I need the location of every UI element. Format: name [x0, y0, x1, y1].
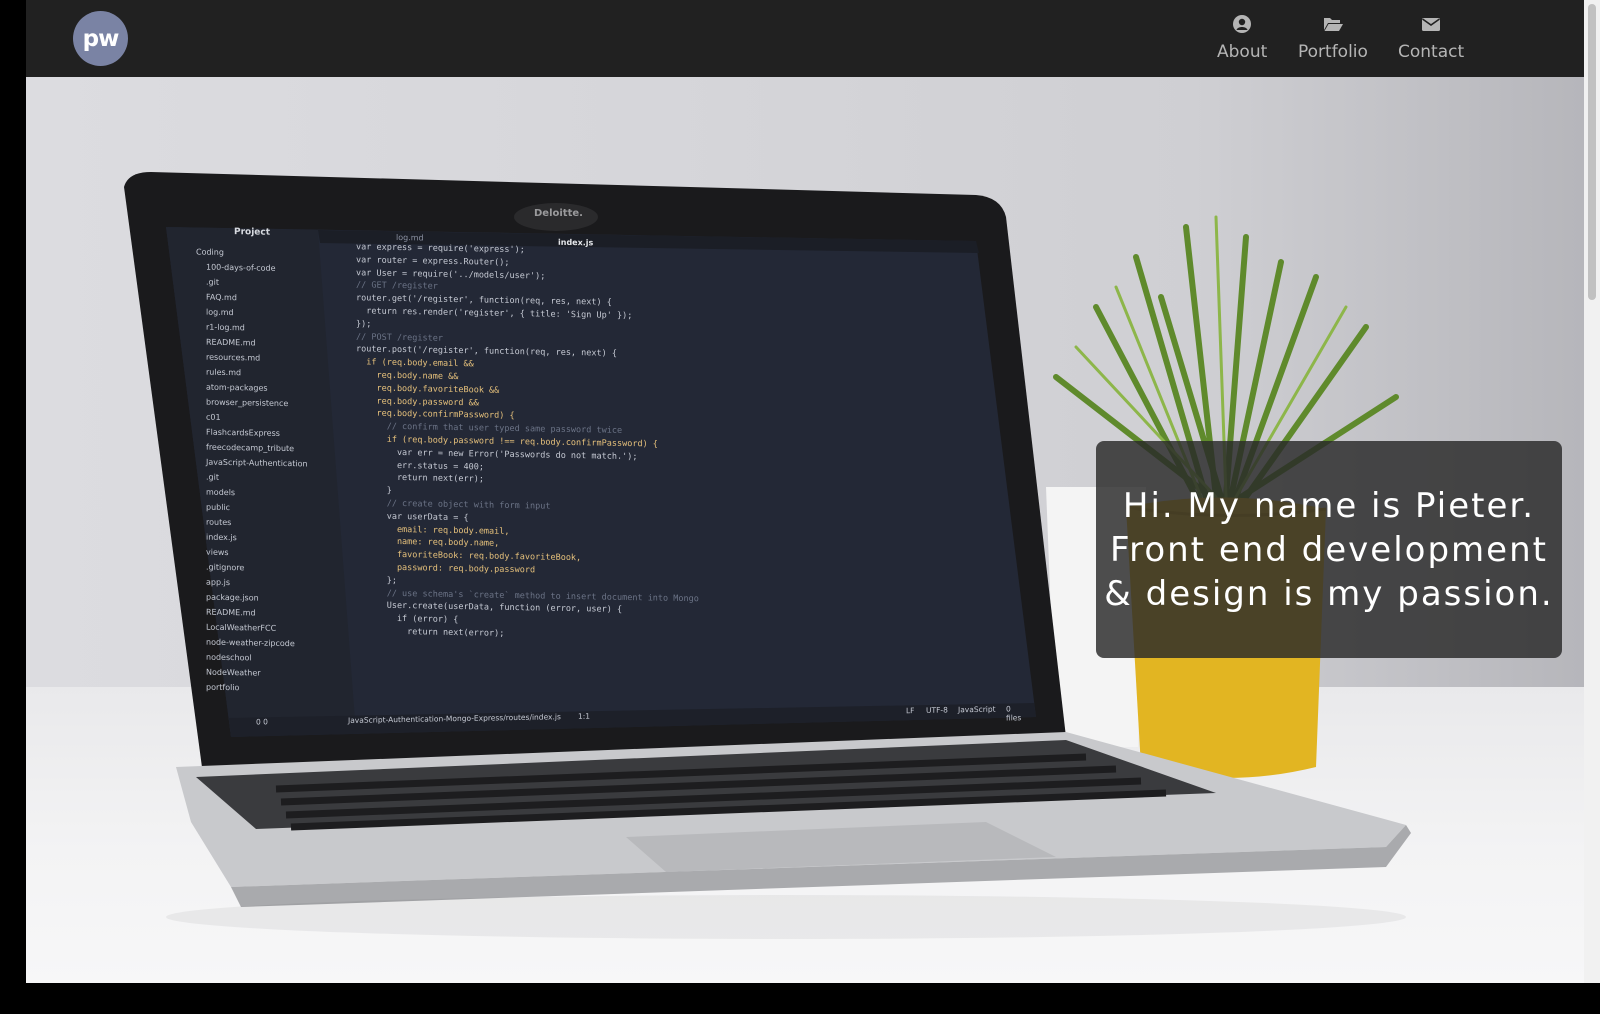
hero-line: Front end development [1110, 529, 1548, 570]
nav-portfolio[interactable]: Portfolio [1298, 14, 1368, 62]
folder-open-icon [1298, 14, 1368, 38]
nav-contact[interactable]: Contact [1398, 14, 1464, 62]
page: pw About Portfolio Contact Project log.m… [26, 0, 1584, 983]
user-circle-icon [1217, 14, 1267, 38]
nav-portfolio-label: Portfolio [1298, 42, 1368, 62]
navbar: pw About Portfolio Contact [26, 0, 1584, 77]
logo[interactable]: pw [73, 11, 128, 66]
hero-heading: Hi. My name is Pieter. Front end develop… [1104, 484, 1553, 616]
page-scrollbar[interactable] [1584, 0, 1600, 983]
hero-card: Hi. My name is Pieter. Front end develop… [1096, 441, 1562, 658]
nav-about-label: About [1217, 42, 1268, 62]
hero-line: Hi. My name is Pieter. [1122, 485, 1536, 526]
nav-about[interactable]: About [1217, 14, 1267, 62]
scrollbar-thumb[interactable] [1588, 4, 1596, 300]
nav-contact-label: Contact [1398, 42, 1465, 62]
camera-label: Deloitte. [534, 208, 583, 219]
window-bottom-edge [0, 983, 1600, 1014]
hero-line: & design is my passion. [1104, 573, 1554, 614]
envelope-icon [1398, 14, 1464, 38]
